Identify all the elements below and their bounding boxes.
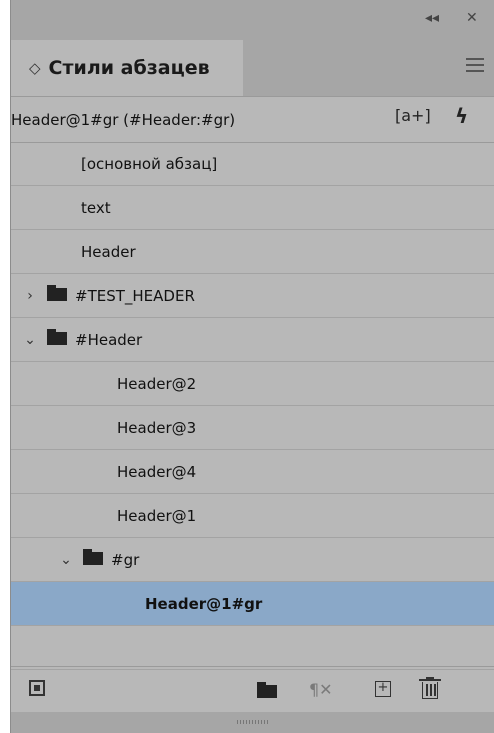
panel-tab-row: ◇ Стили абзацев xyxy=(11,40,494,97)
quick-apply-icon[interactable]: ϟ xyxy=(455,104,468,128)
list-item[interactable]: ⌄ #gr xyxy=(11,538,494,582)
folder-icon xyxy=(47,329,67,345)
group-label: #Header xyxy=(75,330,143,349)
clear-overrides-icon[interactable]: ¶✕ xyxy=(309,680,333,699)
chevron-right-icon[interactable]: › xyxy=(21,288,39,304)
empty-list-area xyxy=(11,626,494,670)
group-label: #gr xyxy=(111,550,140,569)
list-item-selected[interactable]: Header@1#gr xyxy=(11,582,494,626)
new-style-from-selection-icon[interactable]: [a+] xyxy=(395,106,431,125)
close-panel-icon[interactable]: ✕ xyxy=(466,10,478,26)
list-item[interactable]: Header xyxy=(11,230,494,274)
list-item[interactable]: Header@3 xyxy=(11,406,494,450)
style-label: Header@4 xyxy=(117,462,197,481)
tab-paragraph-styles[interactable]: ◇ Стили абзацев xyxy=(11,40,243,96)
folder-icon xyxy=(47,285,67,301)
style-label: [основной абзац] xyxy=(81,154,218,173)
list-item[interactable]: Header@4 xyxy=(11,450,494,494)
list-item[interactable]: › #TEST_HEADER xyxy=(11,274,494,318)
new-style-icon[interactable]: + xyxy=(375,681,391,697)
delete-style-icon[interactable] xyxy=(419,677,441,701)
panel-titlebar: ◂◂ ✕ xyxy=(11,0,494,40)
hamburger-menu-icon[interactable] xyxy=(466,58,484,72)
collapse-panel-icon[interactable]: ◂◂ xyxy=(425,10,439,26)
list-item[interactable]: text xyxy=(11,186,494,230)
chevron-down-icon[interactable]: ⌄ xyxy=(57,552,75,568)
style-label: Header@3 xyxy=(117,418,197,437)
panel-options-arrows-icon[interactable]: ◇ xyxy=(29,59,41,77)
new-style-group-icon[interactable] xyxy=(257,682,277,698)
paragraph-styles-panel: ◂◂ ✕ ◇ Стили абзацев Header@1#gr (#Heade… xyxy=(10,0,494,733)
current-style-row: Header@1#gr (#Header:#gr) [a+] ϟ xyxy=(11,97,494,143)
style-label: Header xyxy=(81,242,136,261)
styles-list: [основной абзац] text Header › #TEST_HEA… xyxy=(11,142,494,670)
resize-handle[interactable] xyxy=(11,712,494,733)
list-item[interactable]: Header@2 xyxy=(11,362,494,406)
chevron-down-icon[interactable]: ⌄ xyxy=(21,332,39,348)
list-item[interactable]: ⌄ #Header xyxy=(11,318,494,362)
group-label: #TEST_HEADER xyxy=(75,286,195,305)
style-label: Header@1 xyxy=(117,506,197,525)
panel-title: Стили абзацев xyxy=(48,57,210,79)
load-styles-icon[interactable] xyxy=(29,680,45,696)
style-label: Header@2 xyxy=(117,374,197,393)
style-label: text xyxy=(81,198,111,217)
folder-icon xyxy=(83,549,103,565)
style-label: Header@1#gr xyxy=(145,594,263,613)
list-item[interactable]: [основной абзац] xyxy=(11,142,494,186)
list-item[interactable]: Header@1 xyxy=(11,494,494,538)
grip-icon xyxy=(237,720,269,724)
current-style-label: Header@1#gr (#Header:#gr) xyxy=(11,110,236,129)
bottom-toolbar: ¶✕ + xyxy=(11,666,494,713)
